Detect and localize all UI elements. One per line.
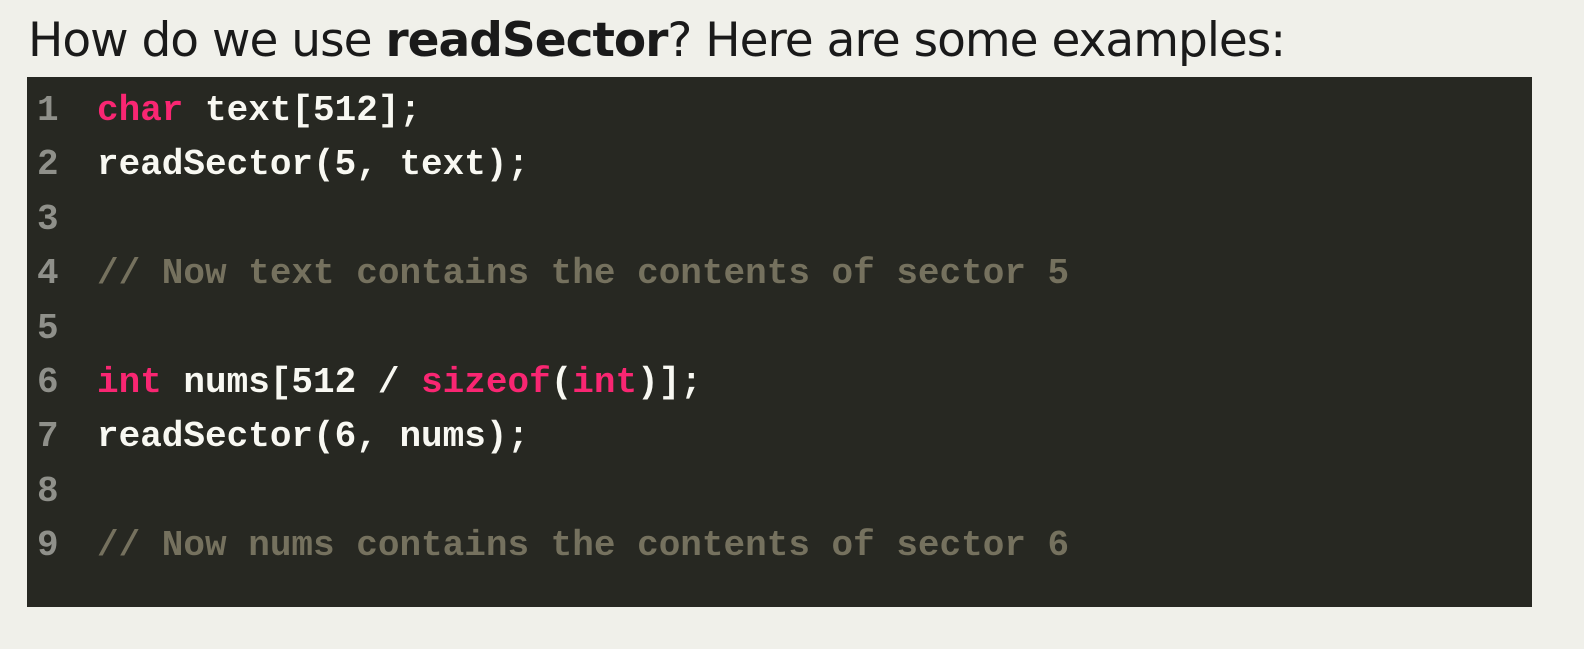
- code-line: 3: [27, 193, 97, 247]
- code-token-keyword: int: [572, 362, 638, 403]
- line-number: 7: [37, 416, 59, 458]
- heading: How do we use readSector? Here are some …: [28, 10, 1286, 72]
- code-token-comment: // Now nums contains the contents of sec…: [97, 525, 1070, 567]
- code-line: 9 // Now nums contains the contents of se…: [27, 519, 1069, 573]
- code-block: 1 char text[512]; 2 readSector(5, text); 3 4 /…: [27, 77, 1532, 607]
- code-line: 1 char text[512];: [27, 84, 421, 138]
- code-line: 6 int nums[512 / sizeof(int)];: [27, 356, 702, 410]
- line-number: 2: [37, 144, 59, 186]
- code-token-keyword: char: [97, 90, 184, 131]
- heading-suffix: ? Here are some examples:: [667, 13, 1286, 68]
- code-token-comment: // Now text contains the contents of sec…: [97, 253, 1070, 295]
- line-number: 3: [37, 198, 59, 240]
- heading-prefix: How do we use: [28, 13, 386, 68]
- code-token-keyword: sizeof: [421, 362, 551, 403]
- heading-function-name: readSector: [385, 13, 668, 68]
- code-token-keyword: int: [97, 362, 162, 403]
- line-number: 1: [37, 90, 59, 131]
- code-line: 7 readSector(6, nums);: [27, 410, 529, 464]
- line-number: 9: [37, 525, 59, 567]
- code-token-plain: )];: [637, 362, 702, 403]
- code-token-plain: text[512];: [183, 90, 422, 131]
- line-number: 5: [37, 307, 59, 349]
- code-token-plain: readSector(6, nums);: [97, 416, 530, 458]
- line-number: 6: [37, 362, 59, 403]
- code-line: 8: [27, 465, 97, 519]
- code-token-plain: (: [550, 362, 573, 403]
- code-token-plain: readSector(5, text);: [97, 144, 530, 186]
- code-token-plain: nums[512 /: [161, 362, 422, 403]
- code-line: 5: [27, 302, 97, 356]
- line-number: 8: [37, 470, 59, 512]
- code-line: 2 readSector(5, text);: [27, 138, 529, 192]
- code-line: 4 // Now text contains the contents of se…: [27, 247, 1069, 301]
- line-number: 4: [37, 253, 59, 295]
